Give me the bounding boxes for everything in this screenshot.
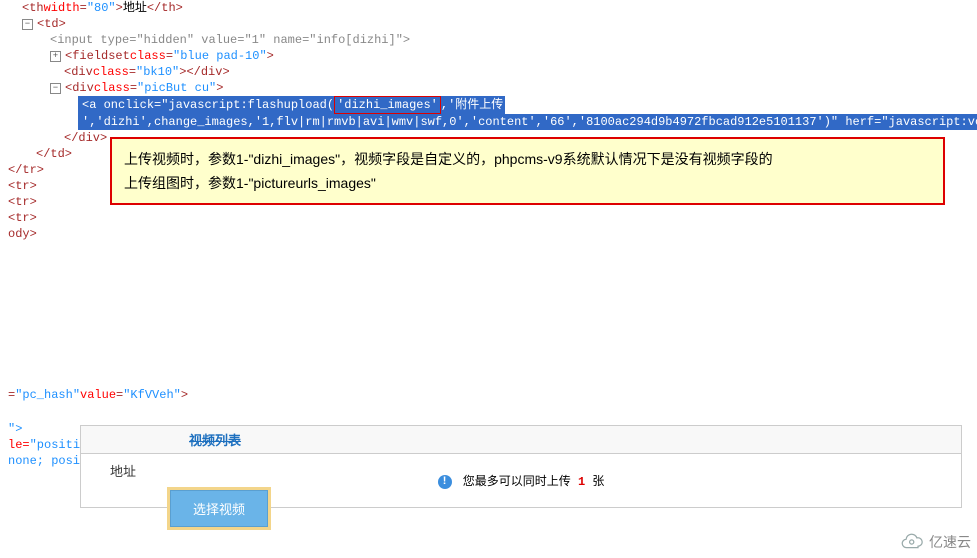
expand-toggle-icon[interactable]: +: [50, 51, 61, 62]
info-icon: !: [438, 475, 452, 489]
code-line: <div class="bk10"></div>: [8, 64, 977, 80]
annotation-callout: 上传视频时，参数1-"dizhi_images"，视频字段是自定义的，phpcm…: [110, 137, 945, 205]
code-line: <input type="hidden" value="1" name="inf…: [8, 32, 977, 48]
annotation-line: 上传视频时，参数1-"dizhi_images"，视频字段是自定义的，phpcm…: [124, 147, 931, 171]
watermark-text: 亿速云: [929, 532, 971, 552]
field-label: 地址: [110, 461, 136, 480]
code-line: + <fieldset class="blue pad-10">: [8, 48, 977, 64]
select-video-button[interactable]: 选择视频: [170, 490, 268, 527]
annotation-line: 上传组图时，参数1-"pictureurls_images": [124, 171, 931, 195]
panel-header: 视频列表: [80, 425, 962, 454]
code-line-highlighted: ','dizhi',change_images,'1,flv|rm|rmvb|a…: [8, 114, 977, 130]
code-line: ody>: [8, 226, 977, 242]
collapse-toggle-icon[interactable]: −: [22, 19, 33, 30]
code-line: <th width="80"> 地址 </th>: [8, 0, 977, 16]
code-line: − <td>: [8, 16, 977, 32]
highlighted-param: 'dizhi_images': [334, 96, 441, 114]
code-line: <tr>: [8, 210, 977, 226]
upload-ui-panel: 视频列表 地址 ! 您最多可以同时上传 1 张: [0, 425, 977, 508]
code-line: − <div class="picBut cu">: [8, 80, 977, 96]
source-code-viewer: <th width="80"> 地址 </th> − <td> <input t…: [0, 0, 977, 242]
upload-info-text: 您最多可以同时上传 1 张: [463, 475, 605, 489]
watermark: 亿速云: [891, 526, 977, 558]
collapse-toggle-icon[interactable]: −: [50, 83, 61, 94]
cloud-logo-icon: [897, 532, 925, 552]
code-line-highlighted: <a onclick="javascript:flashupload('dizh…: [8, 96, 977, 114]
